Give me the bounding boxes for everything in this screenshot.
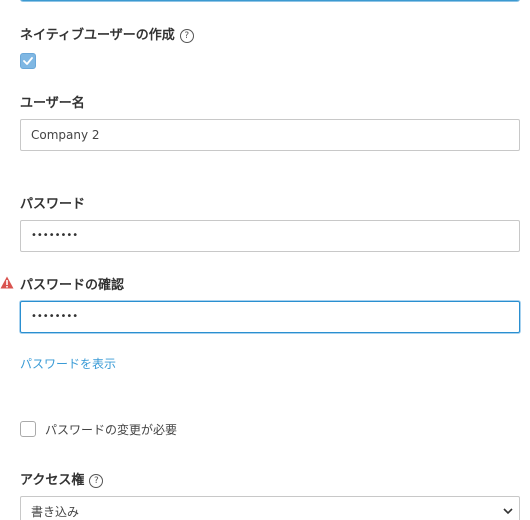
require-password-change-checkbox[interactable] xyxy=(20,421,36,437)
chevron-down-icon xyxy=(503,508,513,515)
native-user-form: ネイティブユーザーの作成? ユーザー名 Company 2 パスワード ••••… xyxy=(0,0,530,520)
access-rights-label: アクセス権? xyxy=(20,469,104,488)
access-rights-select[interactable]: 書き込み xyxy=(20,496,520,520)
password-input[interactable]: •••••••• xyxy=(20,220,520,252)
warning-triangle-icon xyxy=(0,276,14,289)
password-label: パスワード xyxy=(20,197,86,212)
access-rights-selected-value: 書き込み xyxy=(31,505,80,519)
create-native-user-checkbox[interactable] xyxy=(20,53,36,69)
password-confirm-input[interactable]: •••••••• xyxy=(20,301,520,333)
previous-input-field[interactable] xyxy=(20,0,520,1)
password-confirm-label: パスワードの確認 xyxy=(20,278,125,293)
question-circle-icon[interactable]: ? xyxy=(89,474,104,488)
show-password-link[interactable]: パスワードを表示 xyxy=(20,355,116,372)
username-label: ユーザー名 xyxy=(20,96,85,111)
question-circle-icon[interactable]: ? xyxy=(179,29,194,43)
checkmark-icon xyxy=(23,57,33,65)
create-native-user-label: ネイティブユーザーの作成? xyxy=(20,24,194,43)
username-input[interactable]: Company 2 xyxy=(20,119,520,151)
require-password-change-label: パスワードの変更が必要 xyxy=(45,423,178,437)
